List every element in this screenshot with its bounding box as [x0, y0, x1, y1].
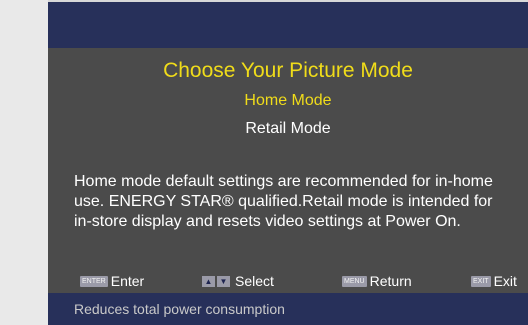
description-line: use. ENERGY STAR® qualified.Retail mode … [74, 193, 493, 210]
exit-key-icon: EXIT [471, 275, 491, 287]
help-enter-label: Enter [110, 273, 145, 289]
menu-key-icon: MENU [342, 275, 367, 287]
option-home-mode[interactable]: Home Mode [48, 92, 528, 110]
header-bar [48, 2, 528, 48]
option-retail-mode[interactable]: Retail Mode [48, 120, 528, 138]
help-select-label: Select [235, 273, 274, 289]
description-line: Home mode default settings are recommend… [74, 173, 493, 190]
arrow-up-icon: ▲ [202, 275, 215, 287]
mode-description: Home mode default settings are recommend… [74, 172, 528, 232]
status-bar: Reduces total power consumption [48, 293, 528, 325]
menu-title: Choose Your Picture Mode [163, 59, 413, 82]
enter-key-icon: ENTER [80, 275, 108, 287]
description-line: in-store display and resets video settin… [74, 213, 461, 230]
status-text: Reduces total power consumption [74, 301, 285, 317]
help-enter[interactable]: ENTER Enter [80, 273, 144, 289]
help-return[interactable]: MENU Return [342, 273, 412, 289]
arrow-down-icon: ▼ [217, 275, 230, 287]
help-return-label: Return [369, 273, 412, 289]
help-exit-label: Exit [493, 273, 517, 289]
tv-screen: Choose Your Picture Mode Home Mode Retai… [48, 0, 528, 325]
help-select[interactable]: ▲ ▼ Select [202, 273, 274, 289]
help-exit[interactable]: EXIT Exit [471, 273, 517, 289]
